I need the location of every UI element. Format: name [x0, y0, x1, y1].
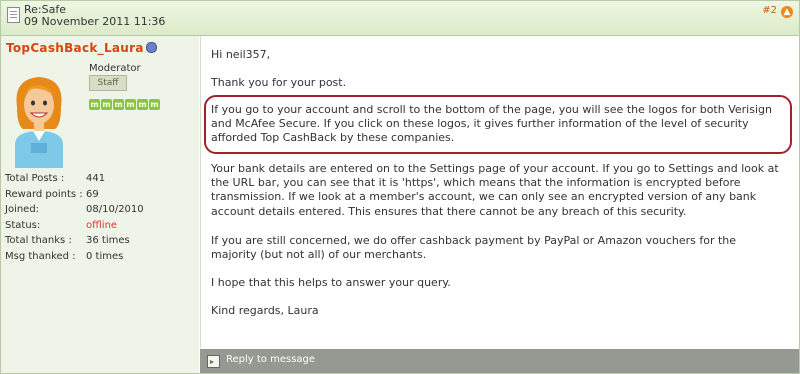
- author-username[interactable]: TopCashBack_Laura: [6, 41, 144, 55]
- stat-value: 36 times: [86, 235, 130, 246]
- stat-row: Reward points :69: [5, 187, 144, 203]
- message-paragraph: I hope that this helps to answer your qu…: [211, 276, 451, 289]
- badge-m-icon: m: [137, 99, 148, 110]
- stat-value: 08/10/2010: [86, 204, 144, 215]
- badge-m-icon: m: [89, 99, 100, 110]
- message-paragraph: If you are still concerned, we do offer …: [211, 234, 737, 262]
- avatar: [15, 77, 63, 168]
- author-stats: Total Posts : 441 Reward points :69 Joine…: [5, 171, 144, 264]
- stat-label: Reward points :: [5, 188, 83, 200]
- status-value: offline: [86, 219, 118, 231]
- badge-m-icon: m: [149, 99, 160, 110]
- author-rank: Moderator: [89, 63, 141, 74]
- stat-label: Total thanks :: [5, 235, 72, 246]
- reply-to-message-link[interactable]: Reply to message: [226, 354, 315, 365]
- message-paragraph-highlighted: If you go to your account and scroll to …: [211, 103, 772, 145]
- user-status-icon: [146, 42, 157, 53]
- post-date: 09 November 2011 11:36: [24, 15, 166, 28]
- stat-label: Msg thanked :: [5, 250, 76, 262]
- author-sidebar: TopCashBack_Laura Moderator Staff mmmmmm…: [1, 36, 199, 373]
- badge-m-icon: m: [113, 99, 124, 110]
- stat-label: Total Posts :: [5, 173, 65, 184]
- post-header: Re:Safe 09 November 2011 11:36 #2 ▲: [1, 1, 799, 36]
- message-paragraph: Your bank details are entered on to the …: [211, 162, 779, 218]
- stat-value: 0 times: [86, 250, 124, 262]
- forum-post: Re:Safe 09 November 2011 11:36 #2 ▲ TopC…: [0, 0, 800, 374]
- stat-row: Joined: 08/10/2010: [5, 202, 144, 218]
- post-subject-block: Re:Safe 09 November 2011 11:36: [24, 4, 165, 28]
- message-greeting: Hi neil357,: [211, 48, 271, 61]
- stat-row: Msg thanked : 0 times: [5, 249, 144, 265]
- stat-label: Joined:: [5, 204, 40, 215]
- achievement-badges: mmmmmm: [89, 97, 161, 110]
- document-icon: [7, 7, 20, 23]
- badge-m-icon: m: [125, 99, 136, 110]
- message-paragraph: Thank you for your post.: [211, 76, 347, 89]
- post-footer: Reply to message: [200, 349, 799, 373]
- stat-value: 441: [86, 173, 106, 184]
- post-number-link[interactable]: #2: [762, 5, 777, 16]
- stat-row: Status: offline: [5, 218, 144, 234]
- stat-row: Total Posts : 441: [5, 171, 144, 187]
- badge-m-icon: m: [101, 99, 112, 110]
- stat-row: Total thanks : 36 times: [5, 233, 144, 249]
- staff-badge: Staff: [89, 75, 127, 91]
- scroll-to-top-icon[interactable]: ▲: [781, 6, 793, 18]
- message-signoff: Kind regards, Laura: [211, 304, 319, 317]
- reply-icon[interactable]: [207, 355, 220, 368]
- message-body: Hi neil357, Thank you for your post. If …: [200, 36, 800, 348]
- stat-label: Status:: [5, 219, 41, 231]
- stat-value: 69: [86, 188, 99, 200]
